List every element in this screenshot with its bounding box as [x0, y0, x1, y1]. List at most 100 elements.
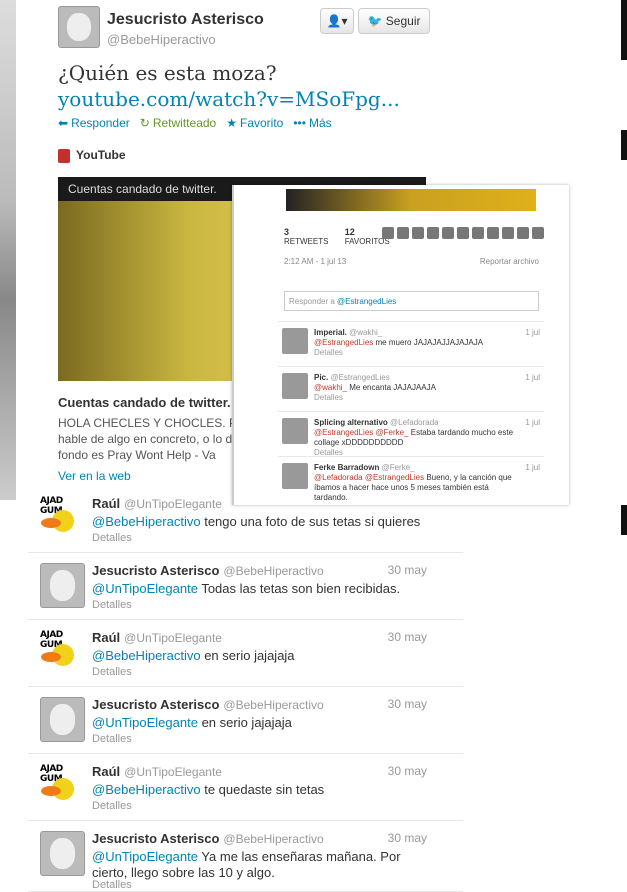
- avatar[interactable]: [40, 831, 85, 876]
- reply-icon: ⬅: [58, 116, 69, 130]
- reply-action[interactable]: ⬅ Responder: [58, 116, 130, 130]
- details-link[interactable]: Detalles: [92, 599, 132, 611]
- overlay-reply-list: Imperial. @wakhi_ 1 jul @EstrangedLies me …: [278, 321, 544, 502]
- avatar[interactable]: AJAD GUM: [40, 764, 83, 807]
- overlay-author[interactable]: Imperial. @wakhi_: [314, 328, 382, 337]
- main-tweet-text-plain: ¿Quién es esta moza?: [58, 61, 277, 85]
- tweet-date[interactable]: 30 may: [388, 563, 427, 577]
- overlay-author[interactable]: Pic. @EstrangedLies: [314, 373, 390, 382]
- avatar[interactable]: [40, 697, 85, 742]
- follow-label: Seguir: [385, 14, 421, 28]
- thread-tweet[interactable]: Jesucristo Asterisco @BebeHiperactivo 30 m…: [28, 821, 463, 892]
- user-menu-button[interactable]: 👤▾: [320, 8, 354, 34]
- overlay-meta: 2:12 AM - 1 jul 13 Reportar archivo: [284, 257, 539, 266]
- overlay-date[interactable]: 1 jul: [525, 418, 540, 427]
- details-link[interactable]: Detalles: [92, 532, 132, 544]
- favoriters-avatars[interactable]: [382, 227, 544, 239]
- youtube-icon: [58, 148, 70, 163]
- star-icon: ★: [226, 116, 237, 130]
- duck-beak: [41, 652, 61, 662]
- right-edge-strip: [621, 0, 627, 882]
- duck-beak: [41, 518, 61, 528]
- tweet-author[interactable]: Raúl @UnTipoElegante: [92, 764, 222, 779]
- avatar[interactable]: AJAD GUM: [40, 630, 83, 673]
- tweet-date[interactable]: 30 may: [388, 630, 427, 644]
- view-on-web-link[interactable]: Ver en la web: [58, 469, 131, 483]
- retweet-action[interactable]: ↻ Retwitteado: [140, 116, 216, 130]
- twitter-bird-icon: 🐦: [367, 14, 383, 28]
- overlay-date[interactable]: 1 jul: [525, 373, 540, 382]
- thread-tweet[interactable]: Jesucristo Asterisco @BebeHiperactivo 30 m…: [28, 553, 463, 620]
- mention-link[interactable]: @BebeHiperactivo: [92, 648, 201, 663]
- main-tweet-avatar[interactable]: [58, 6, 100, 48]
- tweet-actions: ⬅ Responder ↻ Retwitteado ★ Favorito ••• Más: [58, 116, 332, 130]
- tweet-author[interactable]: Raúl @UnTipoElegante: [92, 496, 222, 511]
- overlay-banner-image: [286, 189, 536, 211]
- tweet-date[interactable]: 30 may: [388, 764, 427, 778]
- retweet-icon: ↻: [139, 116, 150, 130]
- main-tweet-author-handle[interactable]: @BebeHiperactivo: [107, 32, 216, 47]
- overlay-reply-item[interactable]: Imperial. @wakhi_ 1 jul @EstrangedLies me …: [278, 321, 544, 366]
- overlay-body: @EstrangedLies @Ferke_ Estaba tardando m…: [314, 428, 514, 457]
- tweet-body: @BebeHiperactivo tengo una foto de sus t…: [92, 514, 421, 529]
- main-tweet-link[interactable]: youtube.com/watch?v=MSoFpg...: [58, 87, 400, 111]
- thread-tweet[interactable]: AJAD GUM Raúl @UnTipoElegante @BebeHiperact…: [28, 486, 463, 553]
- tweet-author[interactable]: Jesucristo Asterisco @BebeHiperactivo: [92, 831, 324, 846]
- avatar[interactable]: [282, 418, 308, 444]
- tweet-body: @BebeHiperactivo en serio jajajaja: [92, 648, 295, 663]
- tweet-author[interactable]: Raúl @UnTipoElegante: [92, 630, 222, 645]
- thread-tweet[interactable]: AJAD GUM Raúl @UnTipoElegante 30 may @BebeHi…: [28, 620, 463, 687]
- duck-beak: [41, 786, 61, 796]
- details-link[interactable]: Detalles: [92, 666, 132, 678]
- tweet-date[interactable]: 30 may: [388, 831, 427, 845]
- media-source-label: YouTube: [76, 148, 126, 162]
- details-link[interactable]: Detalles: [92, 879, 132, 891]
- more-action[interactable]: ••• Más: [293, 116, 331, 130]
- overlay-screenshot: 3 RETWEETS 12 FAVORITOS 2:12 AM - 1 jul 13…: [232, 185, 569, 505]
- tweet-body: @UnTipoElegante en serio jajajaja: [92, 715, 292, 730]
- mention-link[interactable]: @BebeHiperactivo: [92, 782, 201, 797]
- more-dots-icon: •••: [293, 116, 306, 130]
- overlay-date[interactable]: 1 jul: [525, 328, 540, 337]
- thread-tweet[interactable]: AJAD GUM Raúl @UnTipoElegante 30 may @BebeHi…: [28, 754, 463, 821]
- overlay-author[interactable]: Ferke Barradown @Ferke_: [314, 463, 415, 472]
- details-link[interactable]: Detalles: [314, 393, 343, 402]
- overlay-body: @wakhi_ Me encanta JAJAJAAJA Detalles: [314, 383, 436, 402]
- overlay-reply-item[interactable]: Pic. @EstrangedLies 1 jul @wakhi_ Me encan…: [278, 366, 544, 411]
- mention-link[interactable]: @UnTipoElegante: [92, 849, 198, 864]
- tweet-date[interactable]: 30 may: [388, 697, 427, 711]
- tweet-author[interactable]: Jesucristo Asterisco @BebeHiperactivo: [92, 563, 324, 578]
- main-tweet-author-name[interactable]: Jesucristo Asterisco: [107, 11, 264, 29]
- user-dropdown-icon: 👤▾: [326, 14, 348, 28]
- avatar[interactable]: [282, 373, 308, 399]
- follow-button[interactable]: 🐦 Seguir: [358, 8, 430, 34]
- mention-link[interactable]: @UnTipoElegante: [92, 581, 198, 596]
- overlay-author[interactable]: Splicing alternativo @Lefadorada: [314, 418, 439, 427]
- avatar[interactable]: [282, 328, 308, 354]
- retweet-label: Retwitteado: [152, 116, 217, 130]
- report-link[interactable]: Reportar archivo: [480, 257, 539, 266]
- tweet-body: @UnTipoElegante Ya me las enseñaras maña…: [92, 849, 401, 880]
- overlay-body: @EstrangedLies me muero JAJAJAJJAJAJAJA D…: [314, 338, 484, 357]
- avatar[interactable]: AJAD GUM: [40, 496, 83, 539]
- overlay-date[interactable]: 1 jul: [525, 463, 540, 472]
- main-tweet-text: ¿Quién es esta moza? youtube.com/watch?v…: [58, 60, 438, 112]
- tweet-author[interactable]: Jesucristo Asterisco @BebeHiperactivo: [92, 697, 324, 712]
- avatar[interactable]: [40, 563, 85, 608]
- details-link[interactable]: Detalles: [92, 733, 132, 745]
- details-link[interactable]: Detalles: [314, 348, 343, 357]
- media-source[interactable]: YouTube: [58, 148, 126, 163]
- retweets-stat[interactable]: 3 RETWEETS: [284, 227, 328, 246]
- thread-tweet[interactable]: Jesucristo Asterisco @BebeHiperactivo 30 m…: [28, 687, 463, 754]
- tweet-body: @UnTipoElegante Todas las tetas son bien…: [92, 581, 401, 596]
- overlay-timestamp: 2:12 AM - 1 jul 13: [284, 257, 347, 266]
- favorite-action[interactable]: ★ Favorito: [226, 116, 283, 130]
- favorite-label: Favorito: [239, 116, 284, 130]
- overlay-reply-item[interactable]: Splicing alternativo @Lefadorada 1 jul @Es…: [278, 411, 544, 457]
- mention-link[interactable]: @BebeHiperactivo: [92, 514, 201, 529]
- conversation-thread: AJAD GUM Raúl @UnTipoElegante @BebeHiperact…: [28, 486, 463, 892]
- mention-link[interactable]: @UnTipoElegante: [92, 715, 198, 730]
- details-link[interactable]: Detalles: [92, 800, 132, 812]
- overlay-reply-input[interactable]: Responder a @EstrangedLies: [284, 291, 539, 311]
- more-label: Más: [308, 116, 332, 130]
